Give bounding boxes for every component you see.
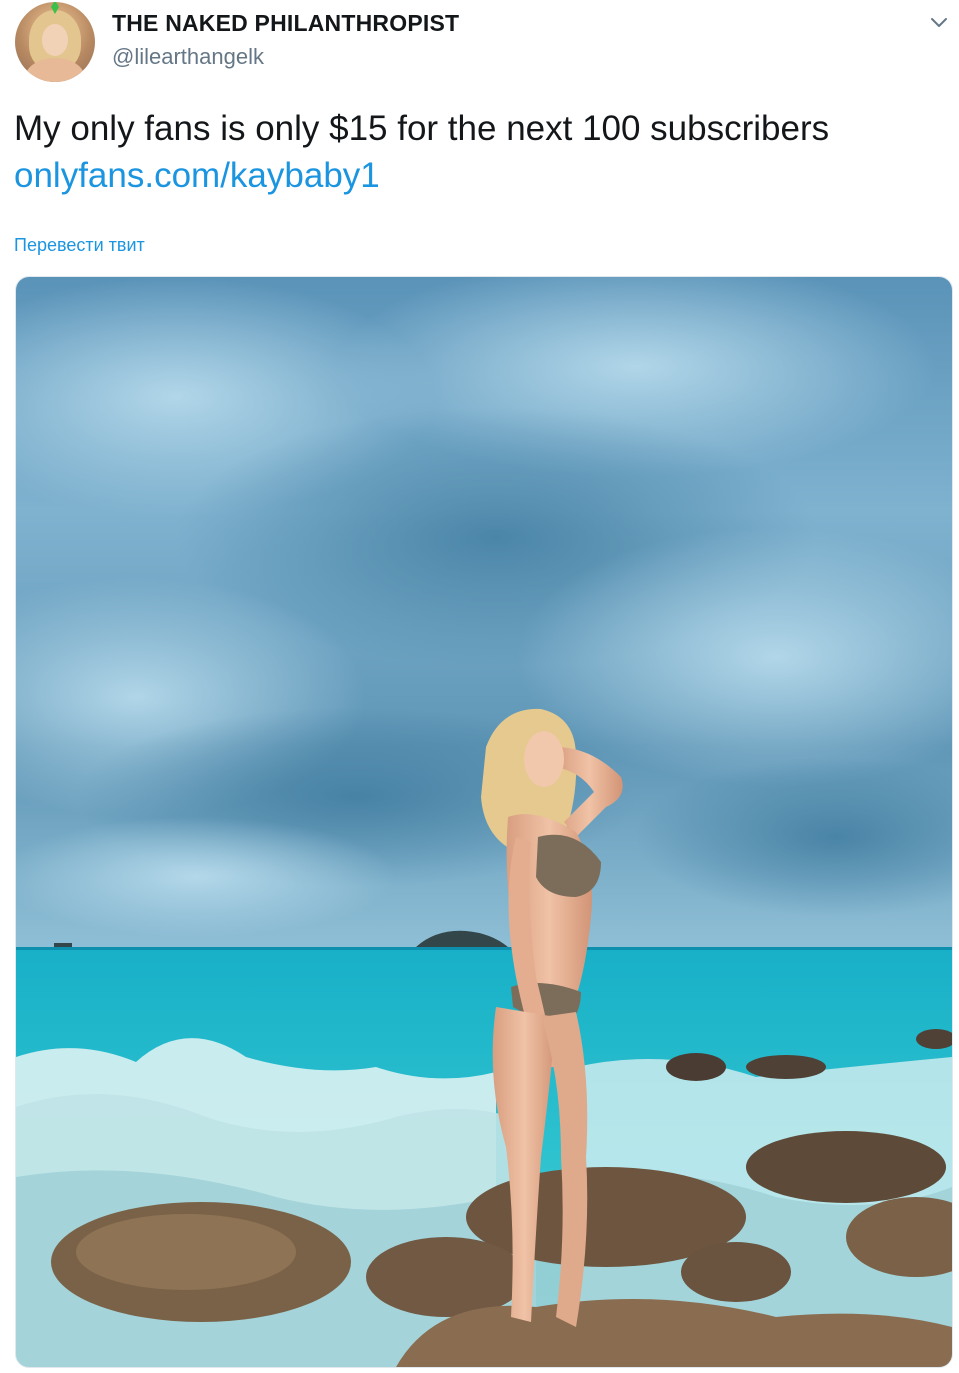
user-handle[interactable]: @lilearthangelk — [112, 44, 264, 70]
chevron-down-icon[interactable] — [928, 12, 950, 34]
display-name[interactable]: THE NAKED PHILANTHROPIST — [112, 10, 459, 37]
avatar-face — [42, 24, 68, 56]
avatar[interactable] — [15, 2, 95, 82]
tweet-card: THE NAKED PHILANTHROPIST @lilearthangelk… — [0, 0, 959, 1373]
tweet-text: My only fans is only $15 for the next 10… — [14, 109, 830, 148]
tweet-photo[interactable] — [15, 276, 953, 1368]
translate-tweet-link[interactable]: Перевести твит — [14, 235, 145, 256]
beach-photo — [16, 277, 952, 1367]
tweet-link[interactable]: onlyfans.com/kaybaby1 — [14, 154, 380, 198]
